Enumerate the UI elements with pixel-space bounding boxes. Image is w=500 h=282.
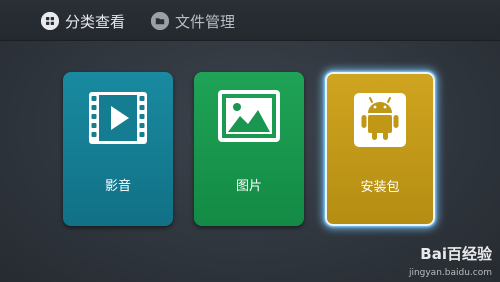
- top-navigation-bar: 分类查看 文件管理: [0, 0, 500, 41]
- tile-video-audio[interactable]: 影音: [63, 72, 173, 226]
- picture-icon: [218, 90, 280, 146]
- tile-pictures[interactable]: 图片: [194, 72, 304, 226]
- app-screen: 分类查看 文件管理 影音 图片 安装包 Bai百经验 jingyan.baidu…: [0, 0, 500, 282]
- video-play-icon: [87, 90, 149, 150]
- tile-pictures-label: 图片: [235, 179, 262, 194]
- baidu-jingyan-watermark: Bai百经验: [420, 245, 492, 263]
- grid-icon: [41, 12, 59, 30]
- android-icon: [353, 92, 407, 152]
- tile-install-packages[interactable]: 安装包: [325, 72, 435, 226]
- tile-video-audio-label: 影音: [104, 179, 131, 194]
- tab-file-manager[interactable]: 文件管理: [151, 10, 235, 32]
- tile-install-packages-label: 安装包: [360, 180, 400, 195]
- folder-icon: [151, 12, 169, 30]
- watermark-url: jingyan.baidu.com: [408, 268, 492, 278]
- tab-category-view[interactable]: 分类查看: [41, 10, 125, 32]
- tab-category-view-label: 分类查看: [65, 12, 126, 31]
- tab-file-manager-label: 文件管理: [175, 12, 236, 31]
